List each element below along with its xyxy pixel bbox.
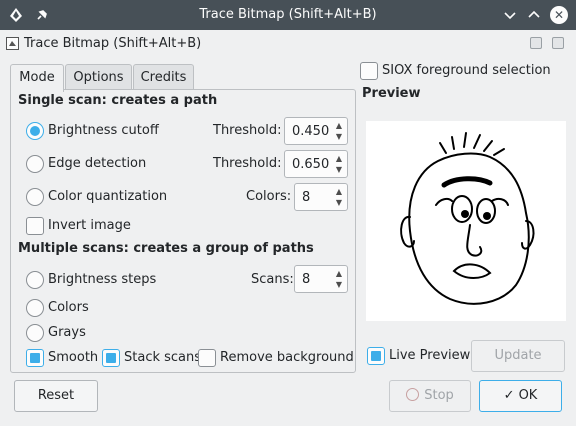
spin-arrows-icon[interactable]: ▲ ▼	[333, 153, 345, 175]
siox-checkbox[interactable]	[360, 62, 378, 80]
grays-label: Grays	[48, 325, 86, 340]
brightness-threshold-spinbox[interactable]: 0.450 ▲ ▼	[284, 117, 348, 145]
invert-image-checkbox[interactable]	[26, 217, 44, 235]
brightness-steps-radio[interactable]	[26, 271, 44, 289]
stop-button[interactable]: Stop	[389, 380, 471, 412]
maximize-icon[interactable]	[526, 7, 542, 23]
tab-options-label: Options	[73, 70, 124, 85]
single-scan-heading: Single scan: creates a path	[18, 93, 218, 108]
edge-detection-label: Edge detection	[48, 156, 147, 171]
stack-scans-label: Stack scans	[124, 350, 202, 365]
trace-bitmap-icon	[6, 37, 19, 50]
smooth-checkbox[interactable]	[26, 349, 44, 367]
live-preview-checkbox[interactable]	[367, 347, 385, 365]
dock-collapse-icon[interactable]	[530, 37, 542, 49]
edge-threshold-spinbox[interactable]: 0.650 ▲ ▼	[284, 150, 348, 178]
tab-mode-label: Mode	[19, 70, 55, 85]
update-button[interactable]: Update	[471, 340, 565, 372]
colors-count-label: Colors:	[246, 189, 292, 204]
edge-threshold-value: 0.650	[292, 157, 330, 172]
preview-heading: Preview	[362, 86, 421, 101]
checkmark-icon: ✓	[503, 388, 515, 403]
brightness-threshold-value: 0.450	[292, 124, 330, 139]
color-quantization-radio[interactable]	[26, 188, 44, 206]
dock-close-icon[interactable]	[552, 37, 564, 49]
colors-count-value: 8	[302, 190, 311, 205]
brightness-steps-label: Brightness steps	[48, 272, 157, 287]
brightness-threshold-label: Threshold:	[213, 123, 282, 138]
colors-count-spinbox[interactable]: 8 ▲ ▼	[294, 183, 348, 211]
colors-label: Colors	[48, 300, 89, 315]
spin-arrows-icon[interactable]: ▲ ▼	[333, 186, 345, 208]
spin-arrows-icon[interactable]: ▲ ▼	[333, 120, 345, 142]
stop-button-label: Stop	[424, 388, 454, 403]
update-button-label: Update	[494, 348, 542, 363]
brightness-cutoff-radio[interactable]	[26, 122, 44, 140]
remove-background-label: Remove background	[220, 350, 354, 365]
reset-button[interactable]: Reset	[14, 380, 98, 412]
dialog-header: Trace Bitmap (Shift+Alt+B)	[0, 30, 576, 56]
edge-threshold-label: Threshold:	[213, 156, 282, 171]
scans-count-value: 8	[302, 272, 311, 287]
remove-background-checkbox[interactable]	[198, 349, 216, 367]
tab-credits-label: Credits	[140, 70, 187, 85]
siox-label: SIOX foreground selection	[382, 63, 551, 78]
live-preview-label: Live Preview	[389, 348, 471, 363]
colors-radio[interactable]	[26, 299, 44, 317]
invert-image-label: Invert image	[48, 218, 131, 233]
scans-count-label: Scans:	[251, 272, 294, 287]
scans-count-spinbox[interactable]: 8 ▲ ▼	[294, 265, 348, 293]
smooth-label: Smooth	[48, 350, 99, 365]
stop-icon	[406, 388, 420, 401]
tab-mode[interactable]: Mode	[10, 64, 64, 92]
close-icon[interactable]: ✕	[550, 6, 568, 24]
ok-button-label: OK	[518, 388, 538, 403]
grays-radio[interactable]	[26, 324, 44, 342]
color-quantization-label: Color quantization	[48, 189, 168, 204]
edge-detection-radio[interactable]	[26, 155, 44, 173]
stack-scans-checkbox[interactable]	[102, 349, 120, 367]
dialog-title: Trace Bitmap (Shift+Alt+B)	[24, 36, 202, 51]
spin-arrows-icon[interactable]: ▲ ▼	[333, 268, 345, 290]
reset-button-label: Reset	[37, 388, 75, 403]
tab-credits[interactable]: Credits	[133, 64, 194, 90]
window-titlebar: Trace Bitmap (Shift+Alt+B) ✕	[0, 0, 576, 30]
ok-button[interactable]: ✓ OK	[479, 380, 562, 412]
trace-preview-image	[366, 121, 566, 321]
window-title: Trace Bitmap (Shift+Alt+B)	[199, 7, 377, 22]
brightness-cutoff-label: Brightness cutoff	[48, 123, 159, 138]
multiple-scans-heading: Multiple scans: creates a group of paths	[18, 241, 314, 256]
tab-options[interactable]: Options	[65, 64, 132, 90]
minimize-icon[interactable]	[502, 7, 518, 23]
